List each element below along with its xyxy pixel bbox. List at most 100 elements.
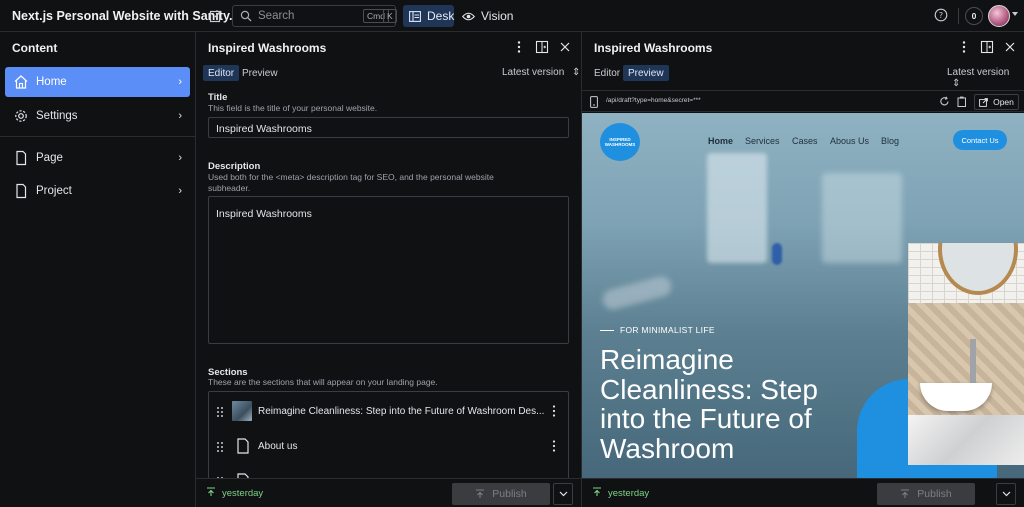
title-value: Inspired Washrooms [216,123,312,135]
split-pane-icon[interactable] [535,40,549,54]
site-nav-services[interactable]: Services [745,136,780,146]
sections-list: Reimagine Cleanliness: Step into the Fut… [208,391,569,481]
description-field[interactable]: Inspired Washrooms [208,196,569,344]
title-field[interactable]: Inspired Washrooms [208,117,569,138]
sidebar-title: Content [12,41,58,55]
publish-menu-button[interactable] [996,483,1016,505]
external-link-icon [979,97,988,107]
chevron-right-icon: › [178,110,182,122]
version-select[interactable]: Latest version ⇕ [502,67,580,78]
publish-label: Publish [917,488,952,500]
hero-image [908,243,1024,465]
eye-icon [462,12,475,21]
drag-handle-icon[interactable] [217,406,223,417]
hero-heading: Reimagine Cleanliness: Step into the Fut… [600,344,818,464]
pane-title: Inspired Washrooms [208,41,327,55]
section-label: Reimagine Cleanliness: Step into the Fut… [258,406,545,417]
publish-icon [475,489,485,499]
publish-status-icon [592,487,602,500]
divider [600,330,614,332]
section-thumbnail [232,401,252,421]
site-nav-about[interactable]: Abous Us [830,136,869,146]
version-label: Latest version [502,67,565,78]
sidebar-item-settings[interactable]: Settings › [5,101,190,131]
status-badge: yesterday [592,487,649,500]
close-icon[interactable] [558,40,572,54]
open-button[interactable]: Open [974,94,1019,110]
help-icon[interactable]: ? [934,8,950,24]
document-icon [13,150,29,166]
drag-handle-icon[interactable] [217,441,223,452]
document-footer: yesterday Publish [196,478,581,507]
chevron-down-icon [1002,491,1010,497]
background-image [772,243,782,265]
more-vertical-icon[interactable] [552,440,556,452]
sidebar-item-project[interactable]: Project › [5,176,190,206]
tab-preview[interactable]: Preview [237,65,283,81]
site-logo[interactable]: INSPIRED WASHROOMS [600,123,640,161]
divider [0,136,195,137]
publish-icon [900,489,910,499]
contact-button[interactable]: Contact Us [953,130,1007,150]
site-nav-blog[interactable]: Blog [881,136,899,146]
more-vertical-icon[interactable] [957,40,971,54]
home-icon [13,74,29,90]
gear-icon [13,108,29,124]
split-pane-icon[interactable] [980,40,994,54]
list-item[interactable]: About us [209,429,568,463]
search-input[interactable]: Search Cmd K [232,5,397,27]
copy-icon[interactable] [957,96,967,110]
avatar[interactable] [988,5,1010,27]
content-sidebar: Content Home › Settings › Page › Project… [0,32,196,507]
device-icon[interactable] [590,96,598,111]
notification-badge[interactable]: 0 [965,7,983,25]
top-bar: Next.js Personal Website with Sanity.io … [0,0,1024,32]
section-label: About us [258,441,298,452]
document-footer: yesterday Publish [582,478,1024,507]
background-image [822,173,902,263]
description-value: Inspired Washrooms [216,208,312,220]
preview-pane: Inspired Washrooms Editor Preview Latest… [582,32,1024,507]
sidebar-item-label: Home [36,76,67,88]
tab-editor[interactable]: Editor [589,65,625,81]
tool-desk-label: Desk [427,9,455,23]
refresh-icon[interactable] [939,96,950,110]
close-icon[interactable] [1003,40,1017,54]
shortcut-key: K [383,9,397,23]
site-nav-home[interactable]: Home [708,136,733,146]
preview-url[interactable]: /api/draft?type=home&secret=*** [606,97,701,104]
status-badge: yesterday [206,487,263,500]
publish-label: Publish [492,488,527,500]
hero-eyebrow-text: FOR MINIMALIST LIFE [620,325,715,335]
search-icon [240,10,252,22]
sidebar-item-page[interactable]: Page › [5,143,190,173]
svg-text:?: ? [939,11,943,20]
publish-menu-button[interactable] [553,483,573,505]
sidebar-item-home[interactable]: Home › [5,67,190,97]
tab-editor[interactable]: Editor [203,65,240,81]
top-divider [958,8,959,24]
version-select[interactable]: Latest version ⇕ [947,67,1024,89]
background-image [600,274,674,312]
site-nav-cases[interactable]: Cases [792,136,818,146]
publish-button[interactable]: Publish [452,483,550,505]
tab-preview[interactable]: Preview [623,65,669,81]
status-text: yesterday [608,488,650,499]
document-icon [13,183,29,199]
more-vertical-icon[interactable] [512,40,526,54]
preview-url-bar: /api/draft?type=home&secret=*** Open [582,90,1024,112]
tool-vision-label: Vision [481,9,514,23]
chevron-right-icon: › [178,76,182,88]
compose-icon[interactable] [207,7,225,25]
more-vertical-icon[interactable] [552,405,556,417]
tool-desk[interactable]: Desk [403,5,454,27]
publish-button[interactable]: Publish [877,483,975,505]
version-label: Latest version [947,67,1010,78]
list-item[interactable]: Reimagine Cleanliness: Step into the Fut… [209,394,568,428]
chevron-down-icon[interactable] [1012,12,1018,16]
tool-vision[interactable]: Vision [460,5,514,27]
field-label: Description [208,161,261,172]
chevron-down-icon [559,491,567,497]
open-label: Open [993,97,1014,107]
pane-title: Inspired Washrooms [594,41,713,55]
